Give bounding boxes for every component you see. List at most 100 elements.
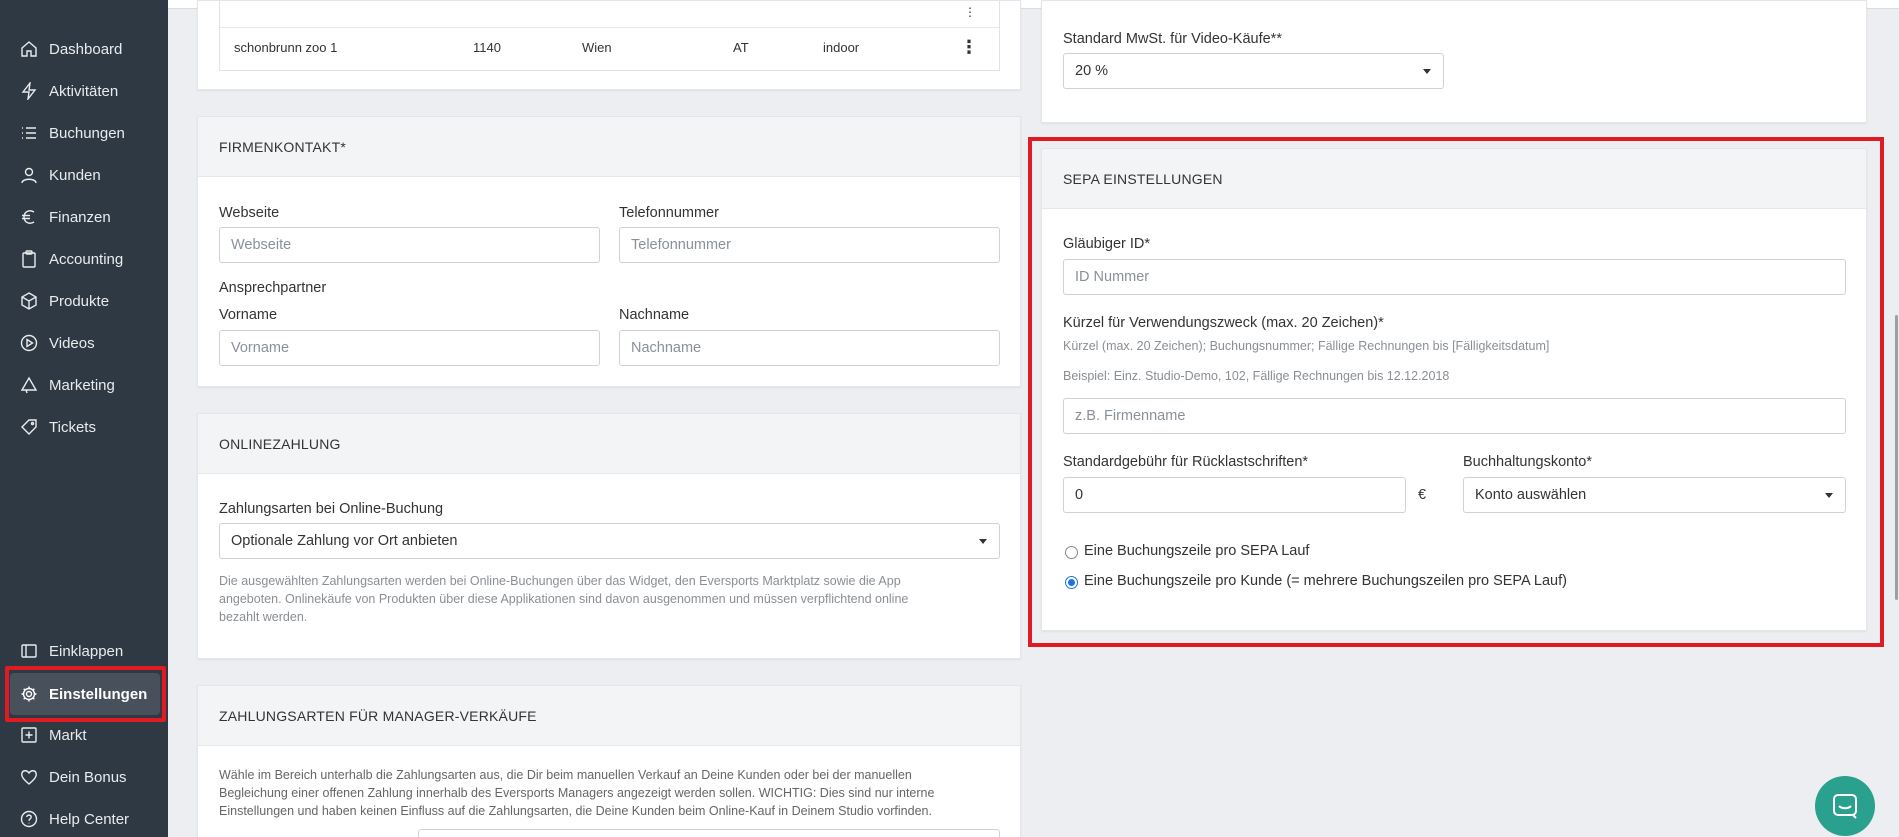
sidebar-item-dashboard[interactable]: Dashboard	[0, 29, 168, 69]
website-input[interactable]: Webseite	[219, 227, 600, 263]
sidebar-item-help-center[interactable]: Help Center	[0, 799, 168, 837]
return-fee-label: Standardgebühr für Rücklastschriften*	[1063, 454, 1309, 470]
purpose-help-text: Kürzel (max. 20 Zeichen); Buchungsnummer…	[1063, 339, 1550, 353]
creditor-id-input[interactable]: ID Nummer	[1063, 259, 1846, 295]
sidebar-item-label: Markt	[49, 726, 87, 744]
manager-payments-header: ZAHLUNGSARTEN FÜR MANAGER-VERKÄUFE	[198, 686, 1020, 746]
firmenkontakt-header: FIRMENKONTAKT*	[198, 117, 1020, 177]
sidebar-item-label: Produkte	[49, 292, 110, 310]
help-line: Einstellungen und haben keinen Einfluss …	[219, 804, 932, 818]
sidebar-item-label: Dein Bonus	[49, 768, 127, 786]
accounting-account-select[interactable]: Konto auswählen	[1463, 477, 1846, 513]
location-zip: 1140	[473, 40, 501, 55]
sidebar-item-tickets[interactable]: Tickets	[0, 407, 168, 447]
sidebar-item-marketing[interactable]: Marketing	[0, 365, 168, 405]
location-city: Wien	[582, 40, 612, 55]
phone-label: Telefonnummer	[619, 205, 719, 221]
heart-icon	[21, 770, 37, 785]
creditor-id-label: Gläubiger ID*	[1063, 236, 1151, 252]
play-icon	[20, 334, 38, 352]
phone-input[interactable]: Telefonnummer	[619, 227, 1000, 263]
gear-icon	[21, 686, 37, 702]
sepa-header: SEPA EINSTELLUNGEN	[1042, 149, 1866, 209]
sidebar-item-label: Tickets	[49, 418, 96, 436]
chevron-down-icon	[979, 539, 987, 544]
firstname-input[interactable]: Vorname	[219, 330, 600, 366]
table-row: schonbrunn zoo 1 1140 Wien AT indoor ⋮	[220, 28, 999, 70]
firstname-label: Vorname	[219, 307, 278, 323]
list-icon	[22, 127, 36, 139]
help-line: angeboten. Onlinekäufe von Produkten übe…	[219, 592, 909, 606]
firmenkontakt-card: FIRMENKONTAKT* Webseite Webseite Telefon…	[197, 116, 1021, 387]
sidebar-item-einstellungen[interactable]: Einstellungen	[10, 673, 160, 715]
help-line: Begleichung einer offenen Zahlung innerh…	[219, 786, 935, 800]
locations-card: ⋮ schonbrunn zoo 1 1140 Wien AT indoor ⋮	[197, 0, 1021, 90]
euro-icon	[22, 210, 35, 224]
sidebar-item-label: Einklappen	[49, 642, 124, 660]
sidebar-item-markt[interactable]: Markt	[0, 715, 168, 755]
vat-card: Standard MwSt. für Video-Käufe** 20 %	[1041, 0, 1867, 123]
help-icon	[20, 810, 38, 828]
manager-payment-select[interactable]	[418, 829, 1000, 837]
vat-select[interactable]: 20 %	[1063, 53, 1444, 89]
sidebar-item-label: Einstellungen	[49, 685, 148, 703]
sidebar-item-aktivitaeten[interactable]: Aktivitäten	[0, 71, 168, 111]
location-name: schonbrunn zoo 1	[234, 40, 338, 55]
sidebar-item-kunden[interactable]: Kunden	[0, 155, 168, 195]
sidebar-item-label: Marketing	[49, 376, 115, 394]
location-type: indoor	[823, 40, 860, 55]
sidebar-item-dein-bonus[interactable]: Dein Bonus	[0, 757, 168, 797]
row-menu-icon[interactable]: ⋮	[964, 5, 976, 19]
sidebar-item-label: Kunden	[49, 166, 101, 184]
lastname-input[interactable]: Nachname	[619, 330, 1000, 366]
accounting-account-label: Buchhaltungskonto*	[1463, 454, 1592, 470]
return-fee-input[interactable]: 0	[1063, 477, 1406, 513]
locations-table: ⋮ schonbrunn zoo 1 1140 Wien AT indoor ⋮	[219, 1, 1000, 71]
scrollbar[interactable]	[1895, 315, 1898, 600]
sidebar-item-label: Buchungen	[49, 124, 125, 142]
sidebar-item-label: Dashboard	[49, 40, 123, 58]
sidebar-item-videos[interactable]: Videos	[0, 323, 168, 363]
accounting-account-value: Konto auswählen	[1475, 487, 1587, 503]
vat-value: 20 %	[1075, 63, 1109, 79]
megaphone-icon	[20, 376, 38, 394]
tag-icon	[21, 419, 37, 435]
box-icon	[21, 292, 37, 310]
purpose-example-text: Beispiel: Einz. Studio-Demo, 102, Fällig…	[1063, 369, 1450, 383]
chat-icon	[1833, 794, 1857, 819]
payment-methods-select[interactable]: Optionale Zahlung vor Ort anbieten	[219, 523, 1000, 559]
sepa-card: SEPA EINSTELLUNGEN Gläubiger ID* ID Numm…	[1041, 148, 1867, 631]
sidebar-item-buchungen[interactable]: Buchungen	[0, 113, 168, 153]
manager-help-text: Wähle im Bereich unterhalb die Zahlungsa…	[219, 766, 934, 820]
sidebar-item-label: Aktivitäten	[49, 82, 119, 100]
home-icon	[21, 41, 37, 57]
option-per-sepa-run-label[interactable]: Eine Buchungszeile pro SEPA Lauf	[1084, 543, 1309, 559]
vat-label: Standard MwSt. für Video-Käufe**	[1063, 31, 1282, 47]
chevron-down-icon	[1825, 493, 1833, 498]
sidebar-item-produkte[interactable]: Produkte	[0, 281, 168, 321]
payment-methods-label: Zahlungsarten bei Online-Buchung	[219, 501, 444, 517]
plus-square-icon	[21, 727, 37, 743]
sidebar: Dashboard Aktivitäten Buchungen Kunden F…	[0, 0, 168, 837]
location-country: AT	[733, 40, 749, 55]
purpose-input[interactable]: z.B. Firmenname	[1063, 398, 1846, 434]
row-menu-icon[interactable]: ⋮	[960, 37, 978, 58]
sidebar-item-label: Finanzen	[49, 208, 111, 226]
lastname-label: Nachname	[619, 307, 690, 323]
sidebar-item-label: Accounting	[49, 250, 124, 268]
website-label: Webseite	[219, 205, 280, 221]
manager-payments-card: ZAHLUNGSARTEN FÜR MANAGER-VERKÄUFE Wähle…	[197, 685, 1021, 837]
sidebar-item-label: Videos	[49, 334, 95, 352]
chevron-down-icon	[1423, 69, 1431, 74]
radio-per-sepa-run[interactable]	[1065, 546, 1078, 559]
sidebar-item-accounting[interactable]: Accounting	[0, 239, 168, 279]
sidebar-item-einklappen[interactable]: Einklappen	[0, 631, 168, 671]
onlinezahlung-card: ONLINEZAHLUNG Zahlungsarten bei Online-B…	[197, 413, 1021, 659]
chat-button[interactable]	[1815, 776, 1875, 836]
payment-help-text: Die ausgewählten Zahlungsarten werden be…	[219, 572, 908, 626]
sidebar-item-finanzen[interactable]: Finanzen	[0, 197, 168, 237]
radio-per-customer[interactable]	[1065, 576, 1078, 589]
help-line: Wähle im Bereich unterhalb die Zahlungsa…	[219, 768, 912, 782]
activity-icon	[21, 82, 37, 100]
option-per-customer-label[interactable]: Eine Buchungszeile pro Kunde (= mehrere …	[1084, 573, 1567, 589]
